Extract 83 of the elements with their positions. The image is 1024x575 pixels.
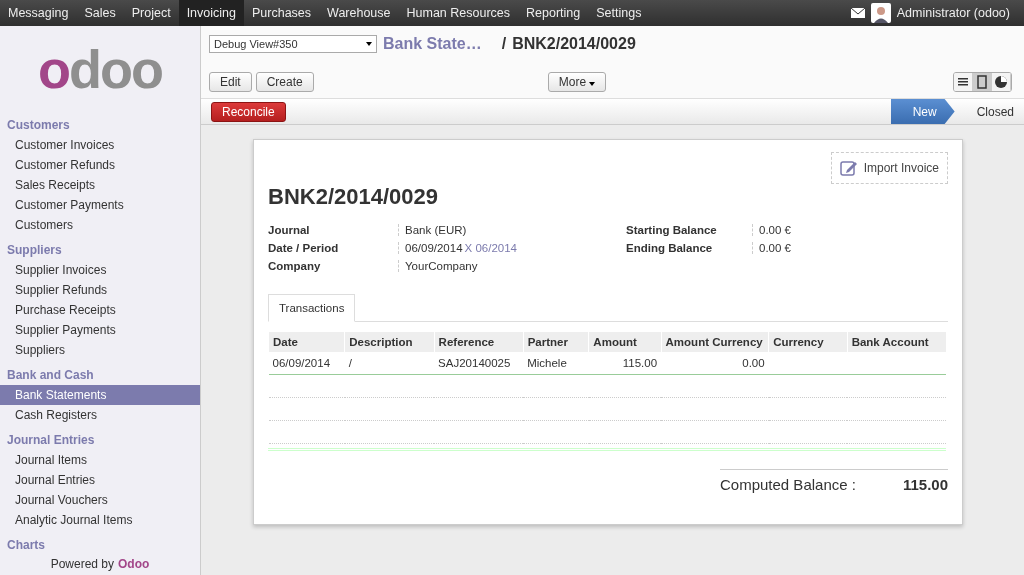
field-label: Date / Period	[268, 242, 340, 254]
column-header[interactable]: Description	[344, 332, 435, 352]
edit-icon	[839, 159, 858, 177]
sidebar-item[interactable]: Customer Payments	[0, 195, 200, 215]
table-cell: 06/09/2014	[272, 357, 331, 369]
sidebar-item[interactable]: Customers	[0, 215, 200, 235]
sidebar-item[interactable]: Customer Invoices	[0, 135, 200, 155]
sidebar-item[interactable]: Journal Entries	[0, 470, 200, 490]
column-header[interactable]: Currency	[768, 332, 848, 352]
menu-item[interactable]: Messaging	[0, 0, 77, 26]
graph-icon	[994, 75, 1008, 89]
table-cell: Michele	[527, 357, 567, 369]
menu-item[interactable]: Project	[123, 0, 179, 26]
status-step[interactable]: New	[890, 99, 955, 124]
logo: odoo	[38, 38, 162, 101]
sidebar-item[interactable]: Supplier Payments	[0, 320, 200, 340]
avatar-icon	[870, 3, 891, 23]
tab[interactable]: Transactions	[268, 294, 356, 322]
sidebar-item[interactable]: Bank Statements	[0, 385, 200, 405]
section-heading: Suppliers	[6, 242, 63, 259]
menu-item[interactable]: Human Resources	[398, 0, 519, 26]
menu-item[interactable]: Warehouse	[319, 0, 399, 26]
column-header[interactable]: Reference	[434, 332, 524, 352]
section-heading: Charts	[6, 537, 46, 553]
table-cell: SAJ20140025	[438, 357, 511, 369]
reconcile-button[interactable]: Reconcile	[211, 101, 286, 122]
field-label: Journal	[268, 224, 311, 236]
sidebar-item[interactable]: Analytic Journal Items	[0, 510, 200, 530]
status-step[interactable]: Closed	[954, 99, 1024, 124]
create-button[interactable]: Create	[255, 72, 314, 92]
menu-item[interactable]: Sales	[76, 0, 124, 26]
graph-view-button[interactable]	[992, 73, 1011, 91]
breadcrumb-separator: /	[501, 35, 507, 53]
debug-select[interactable]: Debug View#350	[209, 35, 377, 53]
menu-item[interactable]: Purchases	[244, 0, 320, 26]
column-header[interactable]: Amount	[588, 332, 662, 352]
section-heading: Bank and Cash	[6, 367, 95, 384]
caret-icon	[589, 82, 596, 86]
field-value: 0.00 €	[752, 242, 872, 254]
sidebar-item[interactable]: Cash Registers	[0, 405, 200, 425]
section-heading: Journal Entries	[6, 432, 96, 449]
record-title: BNK2/2014/0029	[268, 184, 439, 210]
sidebar-item[interactable]: Suppliers	[0, 340, 200, 360]
form-view-button[interactable]	[973, 73, 992, 91]
table-cell: 115.00	[622, 357, 658, 369]
field-value: YourCompany	[405, 260, 478, 272]
form-icon	[975, 75, 989, 89]
list-icon	[956, 75, 970, 89]
column-header[interactable]: Bank Account	[847, 332, 946, 352]
table-cell: 0.00	[742, 357, 765, 369]
balance-label: Computed Balance :	[720, 476, 856, 493]
sidebar-item[interactable]: Purchase Receipts	[0, 300, 200, 320]
sidebar-item[interactable]: Customer Refunds	[0, 155, 200, 175]
more-button[interactable]: More	[547, 72, 607, 92]
envelope-icon[interactable]	[850, 8, 865, 18]
column-header[interactable]: Date	[268, 332, 345, 352]
menu-item[interactable]: Reporting	[518, 0, 589, 26]
balance-value: 115.00	[902, 476, 948, 493]
section-heading: Customers	[6, 117, 71, 134]
period-link[interactable]: X 06/2014	[464, 242, 517, 254]
breadcrumb-current: BNK2/2014/0029	[512, 35, 636, 53]
field-label: Company	[268, 260, 322, 272]
field-label: Ending Balance	[626, 242, 714, 254]
field-value: Bank (EUR)	[405, 224, 467, 236]
menu-item[interactable]: Settings	[588, 0, 650, 26]
field-value: 0.00 €	[752, 224, 872, 236]
field-label: Starting Balance	[626, 224, 718, 236]
menu-item[interactable]: Invoicing	[178, 0, 244, 26]
field-value: 06/09/2014	[405, 242, 463, 254]
column-header[interactable]: Amount Currency	[661, 332, 769, 352]
breadcrumb-link[interactable]: Bank State…	[383, 35, 482, 53]
sidebar-item[interactable]: Supplier Invoices	[0, 260, 200, 280]
edit-button[interactable]: Edit	[209, 72, 252, 92]
import-invoice-button[interactable]: Import Invoice	[830, 152, 948, 184]
caret-icon	[366, 42, 372, 46]
sidebar-item[interactable]: Journal Items	[0, 450, 200, 470]
list-view-button[interactable]	[954, 73, 973, 91]
sidebar-item[interactable]: Supplier Refunds	[0, 280, 200, 300]
sidebar-item[interactable]: Journal Vouchers	[0, 490, 200, 510]
user-menu[interactable]: Administrator (odoo)	[896, 6, 1010, 20]
table-cell: /	[348, 357, 352, 369]
column-header[interactable]: Partner	[523, 332, 589, 352]
sidebar-item[interactable]: Sales Receipts	[0, 175, 200, 195]
